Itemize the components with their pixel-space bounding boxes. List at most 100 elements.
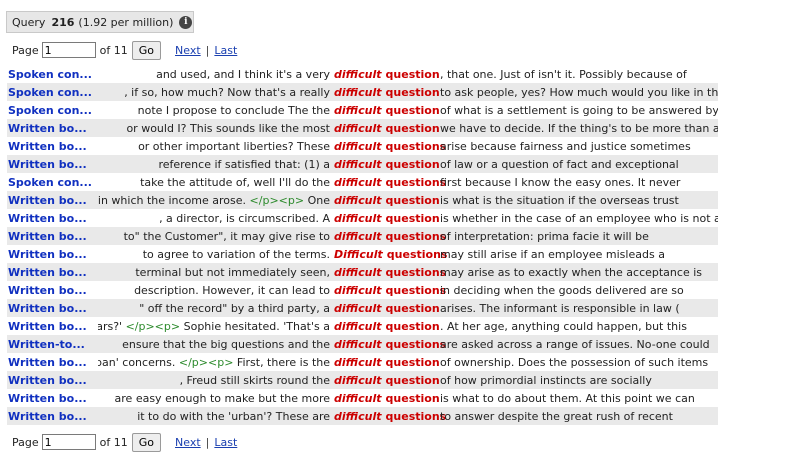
- source-link[interactable]: Written bo...: [7, 356, 98, 369]
- kwic-node[interactable]: difficult questions: [334, 338, 446, 351]
- source-link[interactable]: Spoken con...: [7, 68, 98, 81]
- concordance-row: Written bo... " off the record" by a thir…: [7, 299, 718, 317]
- kwic-node[interactable]: difficult question: [334, 355, 440, 369]
- page-number-input[interactable]: [41, 42, 96, 58]
- kwic-node[interactable]: difficult questions: [334, 140, 446, 153]
- page-total: of 11: [99, 43, 128, 57]
- node-word-2: question: [385, 103, 440, 117]
- source-link[interactable]: Written bo...: [7, 410, 98, 423]
- source-link[interactable]: Written bo...: [7, 248, 98, 261]
- kwic-node[interactable]: Difficult questions: [334, 248, 447, 261]
- concordance-row: Spoken con... , if so, how much? Now that…: [7, 83, 718, 101]
- left-context-text: to" the Customer", it may give rise to: [123, 229, 330, 243]
- go-button[interactable]: Go: [131, 40, 162, 60]
- concordance-row: Written bo... to agree to variation of th…: [7, 245, 718, 263]
- node-word-2: question: [385, 157, 440, 171]
- page-number-input[interactable]: [41, 434, 96, 450]
- node-word-1: difficult: [334, 85, 382, 99]
- kwic-node[interactable]: difficult question: [334, 211, 440, 225]
- concordance-row: Written bo... it to do with the 'urban'? …: [7, 407, 718, 425]
- node-word-1: difficult: [334, 373, 382, 387]
- kwic-node[interactable]: difficult question: [334, 68, 440, 81]
- kwic-node[interactable]: difficult questions: [334, 265, 446, 279]
- concordance-row: Written bo... , a director, is circumscri…: [7, 209, 718, 227]
- page-total: of 11: [99, 435, 128, 449]
- left-context: note I propose to conclude The the: [98, 104, 334, 117]
- kwic-node[interactable]: difficult questions: [334, 176, 446, 189]
- source-link[interactable]: Written bo...: [7, 140, 98, 153]
- source-link[interactable]: Written bo...: [7, 302, 98, 315]
- concordance-row: Written bo... description. However, it ca…: [7, 281, 718, 299]
- concordance-row: Written-to... ensure that the big questio…: [7, 335, 718, 353]
- source-link[interactable]: Written bo...: [7, 392, 98, 405]
- right-context: to ask people, yes? How much would you l…: [440, 85, 718, 99]
- markup-tag: </p><p>: [125, 319, 181, 333]
- concordance-results: Spoken con... and used, and I think it's …: [7, 65, 718, 425]
- kwic-node[interactable]: difficult question: [334, 391, 440, 405]
- source-link[interactable]: Written bo...: [7, 212, 98, 225]
- source-link[interactable]: Written bo...: [7, 194, 98, 207]
- right-context: of how primordial instincts are socially: [440, 373, 652, 387]
- pager-bottom: Page of 11 Go Next | Last: [12, 432, 237, 452]
- source-link[interactable]: Spoken con...: [7, 176, 98, 189]
- left-context: years?' </p><p> Sophie hesitated. 'That'…: [98, 320, 334, 333]
- left-context: to agree to variation of the terms.: [98, 248, 334, 261]
- node-word-2: question: [385, 121, 440, 135]
- node-word-2: question: [385, 211, 440, 225]
- kwic-node[interactable]: difficult question: [334, 85, 440, 99]
- left-context: , Freud still skirts round the: [98, 374, 334, 387]
- source-link[interactable]: Written bo...: [7, 122, 98, 135]
- left-context-text: , Freud still skirts round the: [179, 373, 330, 387]
- node-word-2: question: [385, 193, 440, 207]
- source-link[interactable]: Written bo...: [7, 158, 98, 171]
- last-page-link[interactable]: Last: [214, 44, 237, 57]
- kwic-node[interactable]: difficult question: [334, 320, 440, 333]
- left-context-text: reference if satisfied that: (1) a: [158, 157, 330, 171]
- source-link[interactable]: Written bo...: [7, 266, 98, 279]
- next-page-link[interactable]: Next: [175, 436, 201, 449]
- node-word-1: difficult: [334, 391, 382, 405]
- left-context-text: years?': [98, 319, 123, 333]
- left-context-text: or other important liberties? These: [138, 139, 330, 153]
- next-page-link[interactable]: Next: [175, 44, 201, 57]
- left-context: , if so, how much? Now that's a really: [98, 86, 334, 99]
- kwic-node[interactable]: difficult questions: [334, 410, 446, 423]
- page-label: Page: [12, 43, 39, 57]
- node-word-1: difficult: [334, 121, 382, 135]
- node-word-1: difficult: [334, 283, 382, 297]
- right-context: , that one. Just of isn't it. Possibly b…: [440, 67, 687, 81]
- left-context-text: and used, and I think it's a very: [156, 67, 330, 81]
- right-context: arises. The informant is responsible in …: [440, 301, 680, 315]
- source-link[interactable]: Written bo...: [7, 230, 98, 243]
- left-context-text: terminal but not immediately seen,: [135, 265, 330, 279]
- kwic-node[interactable]: difficult question: [334, 103, 440, 117]
- source-link[interactable]: Written bo...: [7, 320, 98, 333]
- left-context: terminal but not immediately seen,: [98, 266, 334, 279]
- right-context: is whether in the case of an employee wh…: [440, 211, 718, 225]
- pager-separator: |: [205, 43, 210, 57]
- right-context: of ownership. Does the possession of suc…: [440, 355, 709, 369]
- source-link[interactable]: Written bo...: [7, 374, 98, 387]
- kwic-node[interactable]: difficult question: [334, 373, 440, 387]
- left-context-text: take the attitude of, well I'll do the: [140, 175, 330, 189]
- kwic-node[interactable]: difficult question: [334, 193, 440, 207]
- source-link[interactable]: Spoken con...: [7, 86, 98, 99]
- left-context-text: , a director, is circumscribed. A: [159, 211, 330, 225]
- left-context: to" the Customer", it may give rise to: [98, 230, 334, 243]
- source-link[interactable]: Written bo...: [7, 284, 98, 297]
- right-context: is what to do about them. At this point …: [440, 391, 695, 405]
- last-page-link[interactable]: Last: [214, 436, 237, 449]
- info-circle-icon[interactable]: i: [179, 15, 193, 29]
- source-link[interactable]: Spoken con...: [7, 104, 98, 117]
- node-word-1: difficult: [334, 265, 382, 279]
- node-word-1: difficult: [334, 355, 382, 369]
- go-button[interactable]: Go: [131, 432, 162, 452]
- kwic-node[interactable]: difficult question: [334, 121, 440, 135]
- kwic-node[interactable]: difficult questions: [334, 230, 446, 243]
- left-context-text: to agree to variation of the terms.: [142, 247, 330, 261]
- source-link[interactable]: Written-to...: [7, 338, 98, 351]
- kwic-node[interactable]: difficult question: [334, 157, 440, 171]
- kwic-node[interactable]: difficult questions: [334, 283, 446, 297]
- right-context: first because I know the easy ones. It n…: [440, 175, 681, 189]
- kwic-node[interactable]: difficult question: [334, 302, 440, 315]
